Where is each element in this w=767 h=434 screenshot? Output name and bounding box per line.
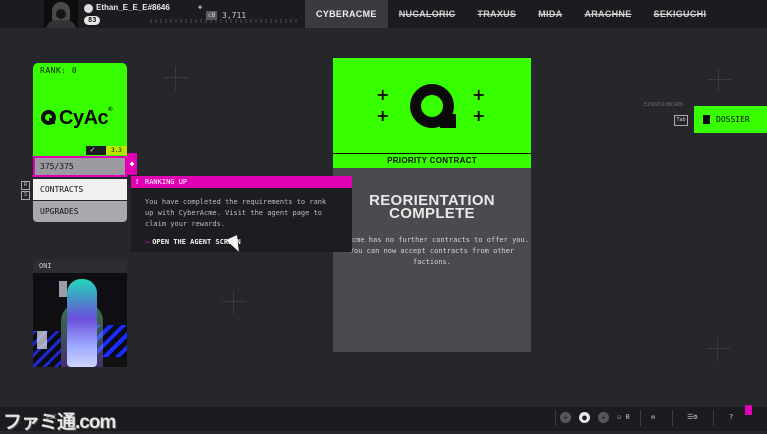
tab-traxus[interactable]: TRAXUS — [466, 0, 527, 28]
check-icon: ✓ — [90, 145, 95, 154]
cyberacme-logo-icon — [410, 84, 456, 128]
dossier-button[interactable]: DOSSIER — [694, 106, 767, 133]
key-hint: RS — [21, 181, 30, 200]
ranking-up-tooltip: ! RANKING UP You have completed the requ… — [131, 176, 352, 252]
tooltip-body: You have completed the requirements to r… — [145, 198, 327, 228]
tab-key-hint: Tab — [674, 115, 688, 126]
rank-label: RANK: 0 — [40, 66, 78, 75]
alert-icon: ! — [135, 178, 140, 186]
player-level-badge: 83 — [84, 16, 101, 25]
tooltip-header: ! RANKING UP — [131, 176, 352, 188]
rank-card[interactable]: RANK: 0 CyAc® — [33, 63, 127, 157]
party-add-icon[interactable]: + — [598, 412, 609, 423]
priority-contract-label: PRIORITY CONTRACT — [333, 154, 531, 168]
crosshair-decoration — [164, 66, 188, 90]
mail-icon[interactable]: ✉ — [651, 413, 655, 421]
upgrades-menu-item[interactable]: UPGRADES — [33, 201, 127, 222]
contract-header: + + + + — [333, 58, 531, 153]
tab-mida[interactable]: MIDA — [527, 0, 573, 28]
tab-nucaloric[interactable]: NUCALORIC — [388, 0, 467, 28]
player-avatar[interactable] — [44, 0, 78, 28]
help-button[interactable]: ? — [729, 413, 733, 421]
plus-icon: + — [376, 106, 390, 125]
faction-tabs: CYBERACME NUCALORIC TRAXUS MIDA ARACHNE … — [305, 0, 717, 28]
player-name: Ethan_E_E_E#8646 — [96, 3, 170, 12]
crosshair-decoration — [706, 337, 730, 361]
watermark-logo: ファミ通.com — [3, 412, 116, 433]
notification-icon[interactable] — [745, 405, 752, 415]
crosshair-decoration — [707, 68, 731, 92]
plus-icon: + — [472, 85, 486, 104]
priority-contract-card: + + + + PRIORITY CONTRACT REORIENTATION … — [333, 58, 531, 352]
divider — [672, 410, 673, 426]
crosshair-decoration — [222, 290, 246, 314]
plus-icon: + — [376, 85, 390, 104]
oni-title: ONI — [33, 259, 127, 273]
rank-progress-item[interactable]: 375/375 — [33, 156, 127, 177]
tab-cyberacme[interactable]: CYBERACME — [305, 0, 388, 28]
divider — [640, 410, 641, 426]
contract-title: REORIENTATION COMPLETE — [369, 192, 495, 222]
tab-sekiguchi[interactable]: SEKIGUCHI — [643, 0, 718, 28]
divider — [713, 410, 714, 426]
diamond-icon: ◆ — [198, 3, 203, 11]
folder-icon — [703, 115, 710, 124]
oni-agent-card[interactable]: ONI — [33, 259, 127, 367]
rank-level-tag: 3.3 — [106, 146, 127, 155]
cyac-logo: CyAc® — [41, 107, 113, 130]
chat-icon[interactable]: ● — [579, 412, 590, 423]
rank-level-strip: ✓ 3.3 — [86, 145, 127, 155]
party-count[interactable]: ⚇ 0 — [617, 413, 630, 421]
rank-up-alert-tab[interactable]: ◆ — [127, 153, 137, 175]
player-status-icon — [84, 4, 93, 13]
esc-hint: ESC — [46, 414, 57, 421]
plus-icon: + — [472, 106, 486, 125]
settings-icon[interactable]: ☰⚙ — [687, 413, 698, 421]
oni-artwork — [33, 273, 127, 367]
credits-icon: cB — [206, 11, 218, 20]
arrow-right-icon: → — [145, 238, 150, 246]
credits-value: 3,711 — [222, 11, 247, 20]
cyac-logo-icon — [41, 110, 56, 125]
add-friend-icon[interactable]: + — [560, 412, 571, 423]
contracts-menu-item[interactable]: CONTRACTS — [33, 179, 127, 200]
divider — [555, 410, 556, 426]
tab-arachne[interactable]: ARACHNE — [573, 0, 642, 28]
contract-description: berAcme has no further contracts to offe… — [335, 236, 529, 266]
hex-id: E29DA510BCAD6 — [644, 102, 684, 108]
